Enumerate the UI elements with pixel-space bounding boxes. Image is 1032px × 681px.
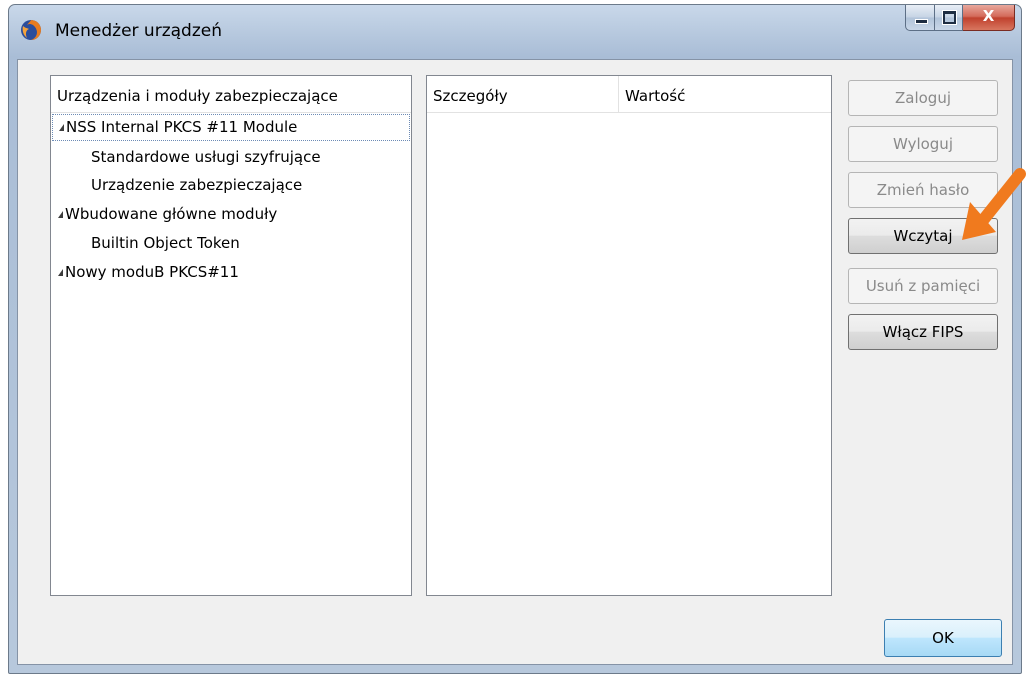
close-icon: X bbox=[982, 7, 995, 25]
details-column-header[interactable]: Szczegóły bbox=[427, 76, 619, 112]
ok-button[interactable]: OK bbox=[884, 619, 1002, 657]
maximize-button[interactable] bbox=[935, 5, 963, 31]
tree-item-builtin-root-modules[interactable]: Wbudowane główne moduły bbox=[52, 200, 277, 228]
tree-item-security-device[interactable]: Urządzenie zabezpieczające bbox=[52, 171, 302, 199]
details-table[interactable]: Szczegóły Wartość bbox=[426, 75, 832, 596]
header-divider bbox=[51, 112, 411, 113]
tree-item-label: Wbudowane główne moduły bbox=[65, 205, 278, 223]
device-manager-window: Menedżer urządzeń X Urządzenia i moduły … bbox=[8, 4, 1022, 674]
tree-item-standard-crypto-services[interactable]: Standardowe usługi szyfrujące bbox=[52, 143, 321, 171]
minimize-icon bbox=[915, 19, 928, 24]
tree-item-label: NSS Internal PKCS #11 Module bbox=[66, 118, 298, 136]
login-button[interactable]: Zaloguj bbox=[848, 80, 998, 116]
enable-fips-button[interactable]: Włącz FIPS bbox=[848, 314, 998, 350]
close-button[interactable]: X bbox=[963, 5, 1015, 31]
orange-arrow-annotation-icon bbox=[962, 168, 1026, 240]
firefox-icon bbox=[21, 20, 41, 40]
tree-item-nss-internal-module[interactable]: NSS Internal PKCS #11 Module bbox=[52, 114, 410, 141]
tree-item-label: Standardowe usługi szyfrujące bbox=[91, 148, 321, 166]
maximize-icon bbox=[942, 10, 957, 25]
tree-item-new-pkcs11-module[interactable]: Nowy moduB PKCS#11 bbox=[52, 258, 239, 286]
logout-button[interactable]: Wyloguj bbox=[848, 126, 998, 162]
expand-triangle-icon bbox=[58, 269, 63, 276]
tree-column-header[interactable]: Urządzenia i moduły zabezpieczające bbox=[51, 76, 411, 112]
devices-tree[interactable]: Urządzenia i moduły zabezpieczające NSS … bbox=[50, 75, 412, 596]
header-divider bbox=[427, 112, 831, 113]
caption-buttons: X bbox=[905, 5, 1015, 33]
dialog-client-area: Urządzenia i moduły zabezpieczające NSS … bbox=[17, 59, 1013, 665]
window-title: Menedżer urządzeń bbox=[55, 21, 222, 41]
title-bar[interactable]: Menedżer urządzeń X bbox=[9, 5, 1021, 59]
minimize-button[interactable] bbox=[905, 5, 935, 31]
tree-item-label: Builtin Object Token bbox=[91, 234, 240, 252]
unload-button[interactable]: Usuń z pamięci bbox=[848, 268, 998, 304]
expand-triangle-icon bbox=[58, 211, 63, 218]
expand-triangle-icon bbox=[59, 124, 64, 131]
tree-item-label: Nowy moduB PKCS#11 bbox=[65, 263, 239, 281]
tree-item-builtin-object-token[interactable]: Builtin Object Token bbox=[52, 229, 240, 257]
value-column-header[interactable]: Wartość bbox=[619, 76, 831, 112]
tree-item-label: Urządzenie zabezpieczające bbox=[91, 176, 303, 194]
